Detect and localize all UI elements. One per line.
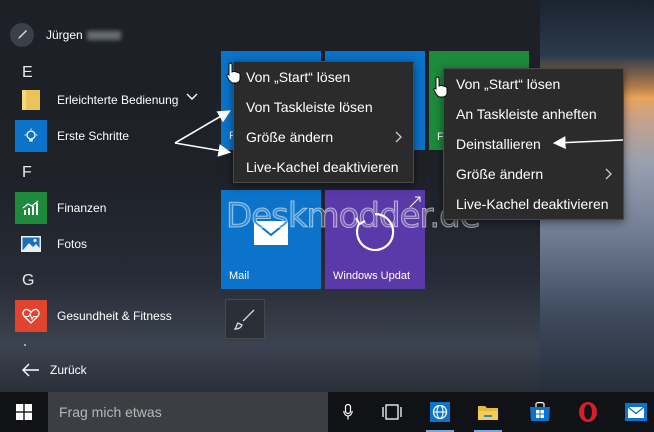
search-placeholder: Frag mich etwas <box>59 404 162 420</box>
resize-icon <box>409 196 421 208</box>
tile-windows-update[interactable]: Windows Updat <box>325 190 425 289</box>
taskbar-app-file-explorer[interactable] <box>466 392 510 432</box>
app-label: Erste Schritte <box>57 129 130 143</box>
app-label: Gesundheit & Fitness <box>57 309 172 323</box>
app-label: Finanzen <box>57 201 107 215</box>
user-name: Jürgen <box>46 28 83 42</box>
app-item-erleichterte-bedienung[interactable]: Erleichterte Bedienung <box>15 84 215 116</box>
context-menu-left: Von „Start“ lösen Von Taskleiste lösen G… <box>233 61 414 183</box>
taskbar: Frag mich etwas <box>0 392 654 432</box>
opera-icon <box>579 402 597 422</box>
start-button[interactable] <box>0 392 48 432</box>
menu-item-unpin-taskbar[interactable]: Von Taskleiste lösen <box>234 92 413 122</box>
search-box[interactable]: Frag mich etwas <box>48 392 328 432</box>
tile-label: Windows Updat <box>333 270 411 282</box>
user-account[interactable]: Jürgen <box>10 20 121 50</box>
back-button[interactable]: Zurück <box>22 360 87 380</box>
lightbulb-icon <box>15 120 47 152</box>
app-label: Erleichterte Bedienung <box>57 93 179 107</box>
file-explorer-icon <box>478 406 498 420</box>
app-item-gesundheit-fitness[interactable]: Gesundheit & Fitness <box>15 300 215 332</box>
store-icon <box>530 402 550 421</box>
taskbar-app-browser[interactable] <box>418 392 462 432</box>
scroll-indicator <box>24 344 26 346</box>
tile-paint[interactable] <box>225 299 265 339</box>
menu-item-uninstall[interactable]: Deinstallieren <box>444 129 623 159</box>
microphone-icon <box>343 404 353 420</box>
windows-logo-icon <box>16 404 32 420</box>
menu-item-resize[interactable]: Größe ändern <box>444 159 623 189</box>
back-label: Zurück <box>50 363 87 377</box>
hand-cursor-icon <box>433 76 448 98</box>
chart-icon <box>15 192 47 224</box>
pen-icon <box>18 30 27 39</box>
menu-item-unpin-start[interactable]: Von „Start“ lösen <box>234 62 413 92</box>
menu-item-disable-live-tile[interactable]: Live-Kachel deaktivieren <box>234 152 413 182</box>
taskbar-app-opera[interactable] <box>566 392 610 432</box>
tile-mail[interactable]: Mail <box>221 190 321 289</box>
task-view-icon <box>382 404 402 420</box>
hand-cursor-icon <box>226 62 241 84</box>
chevron-right-icon <box>395 131 402 143</box>
app-item-fotos[interactable]: Fotos <box>15 228 215 260</box>
menu-item-resize[interactable]: Größe ändern <box>234 122 413 152</box>
app-item-erste-schritte[interactable]: Erste Schritte <box>15 120 215 152</box>
folder-icon <box>15 84 47 116</box>
update-icon <box>355 212 395 252</box>
microphone-button[interactable] <box>336 392 360 432</box>
paint-brush-icon <box>234 309 255 330</box>
edge-browser-icon <box>430 402 450 422</box>
section-letter-g[interactable]: G <box>22 272 34 290</box>
app-item-finanzen[interactable]: Finanzen <box>15 192 215 224</box>
arrow-left-icon <box>22 363 39 377</box>
chevron-right-icon <box>605 168 612 180</box>
mail-icon <box>253 220 289 245</box>
taskbar-app-mail[interactable] <box>614 392 654 432</box>
user-name-redacted <box>86 30 121 40</box>
context-menu-right: Von „Start“ lösen An Taskleiste anheften… <box>443 68 624 220</box>
user-avatar <box>10 23 34 47</box>
menu-item-unpin-start[interactable]: Von „Start“ lösen <box>444 69 623 99</box>
app-list: Jürgen E Erleichterte Bedienung Erste Sc… <box>0 0 215 392</box>
chevron-down-icon[interactable] <box>186 93 198 101</box>
menu-item-label: Größe ändern <box>456 166 544 182</box>
menu-item-pin-taskbar[interactable]: An Taskleiste anheften <box>444 99 623 129</box>
mail-icon <box>625 403 647 421</box>
section-letter-e[interactable]: E <box>22 64 33 82</box>
app-label: Fotos <box>57 237 88 251</box>
menu-item-label: Größe ändern <box>246 129 334 145</box>
photo-icon <box>15 228 47 260</box>
menu-item-disable-live-tile[interactable]: Live-Kachel deaktivieren <box>444 189 623 219</box>
task-view-button[interactable] <box>370 392 414 432</box>
start-menu: Jürgen E Erleichterte Bedienung Erste Sc… <box>0 0 624 392</box>
section-letter-f[interactable]: F <box>22 164 32 182</box>
taskbar-app-store[interactable] <box>518 392 562 432</box>
tile-label: Mail <box>229 270 250 282</box>
heart-icon <box>15 300 47 332</box>
